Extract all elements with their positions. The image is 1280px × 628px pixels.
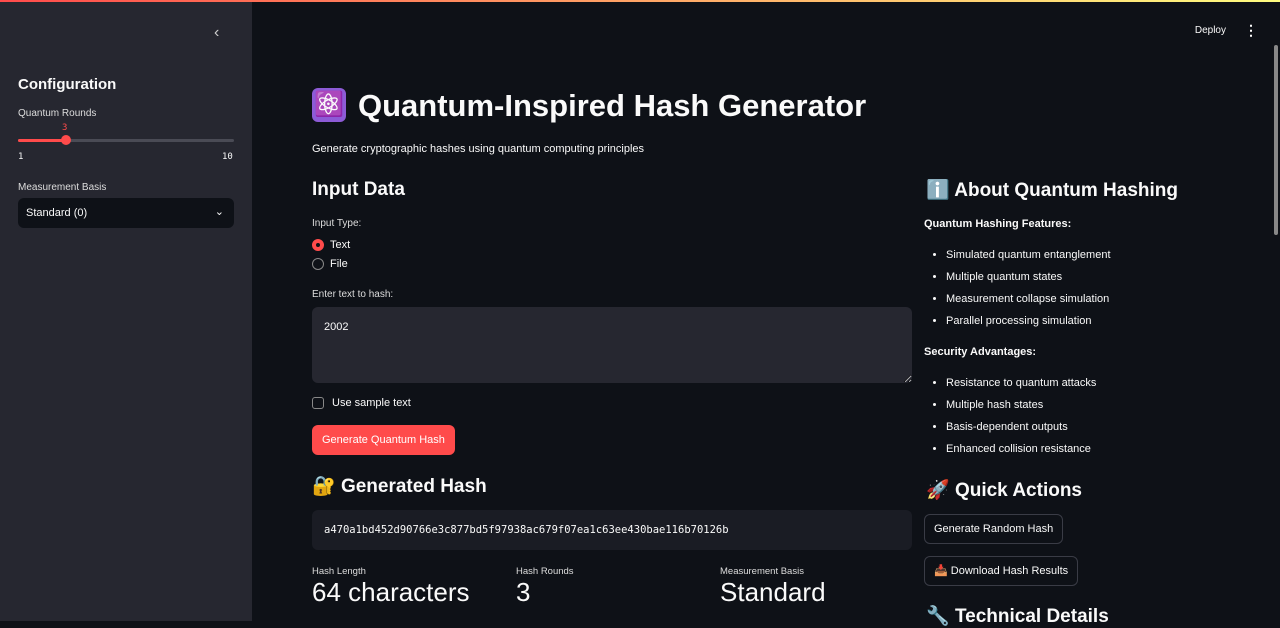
- basis-value: Standard (0): [26, 207, 88, 219]
- rocket-icon: 🚀: [926, 480, 950, 501]
- technical-details-heading: 🔧 Technical Details: [926, 606, 1109, 627]
- lock-icon: 🔐: [312, 476, 336, 497]
- page-title: ⚛️ Quantum-Inspired Hash Generator: [312, 87, 866, 124]
- atom-icon: ⚛️: [312, 87, 346, 122]
- generate-hash-button[interactable]: Generate Quantum Hash: [312, 425, 455, 455]
- features-title: Quantum Hashing Features:: [924, 218, 1072, 230]
- input-heading: Input Data: [312, 179, 405, 200]
- about-heading: ℹ️ About Quantum Hashing: [926, 180, 1179, 201]
- chevron-down-icon: ⌄: [214, 206, 224, 218]
- rounds-value: 3: [62, 123, 68, 133]
- list-item: Parallel processing simulation: [946, 315, 1111, 337]
- slider-fill: [18, 139, 66, 142]
- rounds-max: 10: [222, 152, 233, 162]
- list-item: Resistance to quantum attacks: [946, 377, 1096, 399]
- radio-text[interactable]: Text: [312, 239, 350, 252]
- kebab-menu-icon[interactable]: ⋮: [1244, 22, 1258, 39]
- security-list: Resistance to quantum attacks Multiple h…: [924, 377, 1096, 465]
- info-icon: ℹ️: [926, 180, 950, 201]
- generate-random-hash-button[interactable]: Generate Random Hash: [924, 514, 1064, 544]
- quick-actions-heading: 🚀 Quick Actions: [926, 480, 1082, 501]
- collapse-sidebar-icon[interactable]: ‹: [214, 24, 219, 42]
- scrollbar[interactable]: [1274, 45, 1278, 235]
- rounds-label: Quantum Rounds: [18, 108, 97, 119]
- checkbox[interactable]: [312, 397, 324, 410]
- sample-text-checkbox[interactable]: Use sample text: [312, 397, 411, 410]
- deploy-button[interactable]: Deploy: [1195, 25, 1226, 36]
- list-item: Multiple hash states: [946, 399, 1096, 421]
- sidebar: ‹ Configuration Quantum Rounds 3 1 10 Me…: [0, 2, 252, 621]
- download-icon: 📥: [934, 565, 948, 577]
- metric-hash-rounds: Hash Rounds 3: [516, 566, 574, 607]
- text-input-label: Enter text to hash:: [312, 289, 394, 300]
- list-item: Simulated quantum entanglement: [946, 249, 1111, 271]
- rounds-min: 1: [18, 152, 24, 162]
- rounds-slider[interactable]: [18, 135, 234, 145]
- generated-hash-heading: 🔐 Generated Hash: [312, 476, 487, 497]
- input-type-label: Input Type:: [312, 218, 362, 229]
- radio-button[interactable]: [312, 258, 324, 271]
- list-item: Enhanced collision resistance: [946, 443, 1096, 465]
- radio-button[interactable]: [312, 239, 324, 252]
- security-title: Security Advantages:: [924, 346, 1037, 358]
- metric-measurement-basis: Measurement Basis Standard: [720, 566, 826, 607]
- radio-file[interactable]: File: [312, 258, 348, 271]
- wrench-icon: 🔧: [926, 606, 950, 627]
- basis-select[interactable]: Standard (0) ⌄: [18, 198, 234, 228]
- basis-label: Measurement Basis: [18, 182, 107, 193]
- metric-hash-length: Hash Length 64 characters: [312, 566, 470, 607]
- hash-output[interactable]: a470a1bd452d90766e3c877bd5f97938ac679f07…: [312, 510, 912, 550]
- page-subtitle: Generate cryptographic hashes using quan…: [312, 143, 645, 155]
- list-item: Basis-dependent outputs: [946, 421, 1096, 443]
- features-list: Simulated quantum entanglement Multiple …: [924, 249, 1111, 337]
- slider-thumb[interactable]: [60, 135, 71, 145]
- list-item: Measurement collapse simulation: [946, 293, 1111, 315]
- list-item: Multiple quantum states: [946, 271, 1111, 293]
- sidebar-title: Configuration: [18, 76, 117, 93]
- download-hash-results-button[interactable]: 📥 Download Hash Results: [924, 556, 1079, 586]
- text-to-hash-input[interactable]: 2002: [312, 307, 912, 383]
